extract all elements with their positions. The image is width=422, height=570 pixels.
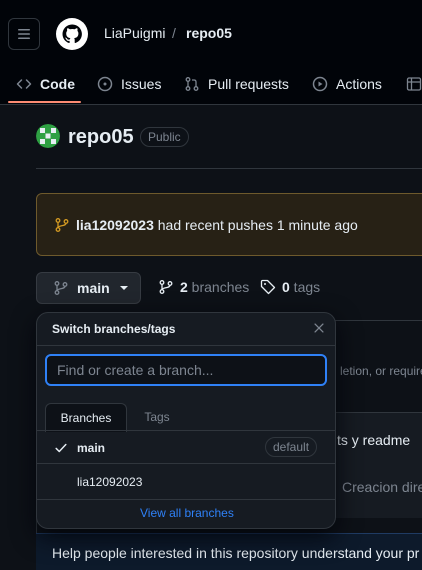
tab-issues[interactable]: Issues [89,64,169,104]
divider [37,499,335,500]
current-branch-label: main [77,280,110,296]
branch-item-label: lia12092023 [77,475,143,489]
branch-count-label: branches [187,279,250,295]
repo-name-link[interactable]: repo05 [68,126,134,149]
tag-icon [260,279,276,295]
code-icon [16,79,32,89]
tab-code[interactable]: Code [8,64,83,104]
hamburger-icon [18,29,30,39]
description-fragment: letion, or require [340,364,422,378]
dropdown-title: Switch branches/tags [52,322,176,336]
breadcrumb-separator: / [172,25,176,41]
push-message: had recent pushes 1 minute ago [153,217,358,233]
pushed-branch-name[interactable]: lia12092023 [76,217,154,233]
tab-branches[interactable]: Branches [45,403,127,432]
tab-issues-label: Issues [121,76,162,92]
top-header: LiaPuigmi / repo05 Code Issues Pull requ… [0,0,422,105]
github-logo-icon[interactable] [56,18,88,50]
tag-count: 0 [282,279,290,295]
menu-button[interactable] [8,18,40,50]
tab-tags[interactable]: Tags [130,403,184,431]
commit-message-fragment[interactable]: ts y readme [337,432,410,448]
divider [36,168,422,169]
pull-request-icon [185,77,199,91]
recent-push-text: lia12092023 had recent pushes 1 minute a… [76,217,358,233]
view-all-branches-link[interactable]: View all branches [140,506,234,520]
active-tab-indicator [8,101,81,103]
branch-icon [55,218,69,232]
file-commit-fragment[interactable]: Creacion dire [342,479,422,495]
table-icon [406,77,422,91]
breadcrumb-repo-link[interactable]: repo05 [186,25,232,41]
divider [37,345,335,346]
branch-selector-button[interactable]: main [36,272,141,304]
visibility-badge: Public [140,127,189,147]
close-icon[interactable] [312,321,326,335]
readme-prompt-text: Help people interested in this repositor… [52,545,420,561]
tag-count-label: tags [289,279,321,295]
branch-count: 2 [180,279,188,295]
tab-pull-requests[interactable]: Pull requests [176,64,297,104]
tags-link[interactable]: 0 tags [260,279,320,295]
tab-pull-requests-label: Pull requests [208,76,289,92]
branch-icon [159,280,173,294]
branch-icon [54,281,68,295]
tab-code-label: Code [40,76,75,92]
branch-item-label: main [77,441,106,455]
chevron-down-icon [119,286,128,290]
repo-owner-avatar[interactable] [36,124,60,148]
play-icon [312,76,328,92]
tab-actions-label: Actions [336,76,382,92]
tab-projects[interactable] [398,64,422,104]
branches-link[interactable]: 2 branches [158,279,249,295]
issue-icon [97,76,113,92]
tab-actions[interactable]: Actions [304,64,390,104]
check-icon [55,443,67,453]
default-branch-badge: default [265,437,318,457]
breadcrumb-owner-link[interactable]: LiaPuigmi [104,25,165,41]
branch-search-input[interactable] [45,354,327,386]
